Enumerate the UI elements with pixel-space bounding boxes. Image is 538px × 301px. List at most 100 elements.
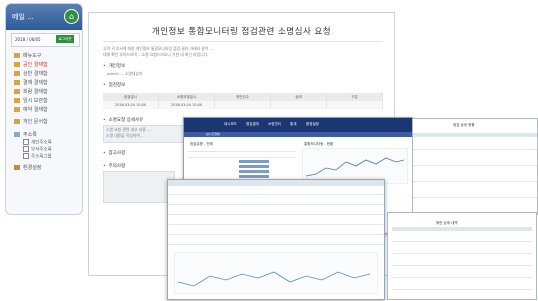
divider xyxy=(168,244,384,245)
divider xyxy=(413,149,537,150)
sidebar-subitem-2[interactable]: 주소록그룹 xyxy=(23,153,52,160)
nav-item[interactable]: 소명관리 xyxy=(268,122,281,127)
tab-active[interactable]: 실시간현황 xyxy=(206,132,220,136)
table-header-cell: 위반건수 xyxy=(215,93,271,101)
table-header xyxy=(413,133,537,137)
folder-icon xyxy=(14,98,20,103)
section-heading: 주의사항 xyxy=(103,163,126,169)
logout-button[interactable]: 로그아웃 xyxy=(56,35,74,43)
divider xyxy=(168,224,384,225)
home-icon[interactable]: ⌂ xyxy=(64,9,79,24)
section-heading: 참고사항 xyxy=(103,150,126,156)
sidebar-item-label: 개인 문서함 xyxy=(23,119,48,125)
panel-title: 통합모니터링 - 현황 xyxy=(304,142,334,146)
divider xyxy=(168,194,384,195)
divider xyxy=(392,253,532,254)
bar xyxy=(239,170,269,173)
sidebar-item-label: 메뉴도구 xyxy=(23,53,42,59)
nav-item[interactable]: 대시보드 xyxy=(224,122,237,127)
nav-item[interactable]: 통계 xyxy=(290,122,296,127)
folder-icon xyxy=(14,119,20,124)
section-heading: 점검정보 xyxy=(103,82,126,88)
sidebar-folder-label: 주소록 xyxy=(23,132,37,138)
sidebar-subitem-label: 부서주소록 xyxy=(31,147,52,153)
table-header xyxy=(392,227,532,231)
tree-node-icon xyxy=(23,153,29,159)
table-cell xyxy=(215,101,271,109)
folder-icon xyxy=(14,53,20,58)
address-book-icon xyxy=(14,132,20,137)
section-text: admin ... 소명대상자 xyxy=(107,71,143,76)
result-screenshot xyxy=(167,179,385,300)
folder-icon xyxy=(14,62,20,67)
divider xyxy=(413,197,537,198)
sidebar: 메일 ... ⌂ 2018 / 06/05 로그아웃 메뉴도구 공인 결재함 상… xyxy=(5,3,83,215)
sidebar-settings-label: 환경설정 xyxy=(23,165,42,171)
table-header xyxy=(168,180,384,186)
sidebar-item-3[interactable]: 결재 결재함 xyxy=(14,79,48,86)
list-label: 점검유형 - 전체 xyxy=(190,142,213,146)
sidebar-item-label: 예약 결재함 xyxy=(23,107,48,113)
folder-icon xyxy=(14,89,20,94)
sidebar-item-label: 임시 보관함 xyxy=(23,98,48,104)
sidebar-title: 메일 ... xyxy=(12,13,34,21)
table-header: 점검일시 소명요청일시 위반건수 상태 구분 xyxy=(103,93,383,101)
sidebar-item-label: 공인 결재함 xyxy=(23,62,48,68)
sidebar-item-6[interactable]: 예약 결재함 xyxy=(14,106,48,113)
divider xyxy=(392,241,532,242)
sidebar-item-7[interactable]: 개인 문서함 xyxy=(14,118,48,125)
folder-icon xyxy=(14,107,20,112)
table-header-cell: 소명요청일시 xyxy=(159,93,215,101)
violation-screenshot: 위반 상세 내역 xyxy=(387,212,537,300)
sidebar-subitem-0[interactable]: 개인주소록 xyxy=(23,139,52,146)
table-cell: 2016.03.04 10:00 xyxy=(103,101,159,109)
table-cell xyxy=(327,101,383,109)
sidebar-item-0[interactable]: 메뉴도구 xyxy=(14,52,41,59)
divider xyxy=(188,157,296,158)
bar xyxy=(239,175,269,178)
divider xyxy=(413,181,537,182)
divider xyxy=(168,234,384,235)
sidebar-subitem-1[interactable]: 부서주소록 xyxy=(23,146,52,153)
folder-icon xyxy=(14,80,20,85)
sidebar-item-1[interactable]: 공인 결재함 xyxy=(14,61,48,68)
detail-line: 소명 내용을 작성하여 ... xyxy=(106,133,145,138)
folder-icon xyxy=(14,71,20,76)
sidebar-subitem-label: 주소록그룹 xyxy=(31,154,52,160)
sidebar-item-5[interactable]: 임시 보관함 xyxy=(14,97,48,104)
nav-item[interactable]: 점검결과 xyxy=(246,122,259,127)
divider xyxy=(188,151,296,152)
sidebar-item-2[interactable]: 상반 결재함 xyxy=(14,70,48,77)
tree-node-icon xyxy=(23,146,29,152)
table-cell xyxy=(271,101,327,109)
sidebar-folder[interactable]: 주소록 xyxy=(14,131,37,138)
tree-node-icon xyxy=(23,139,29,145)
divider xyxy=(168,204,384,205)
panel-title: 위반 상세 내역 xyxy=(436,221,458,225)
table-header-cell: 상태 xyxy=(271,93,327,101)
panel-title: 점검 상세 현황 xyxy=(453,123,475,127)
usage-chart xyxy=(174,252,378,294)
sidebar-item-4[interactable]: 회람 결재함 xyxy=(14,88,48,95)
divider xyxy=(392,265,532,266)
section-heading: 소명요청 상세사유 xyxy=(103,117,144,123)
sidebar-subitem-label: 개인주소록 xyxy=(31,140,52,146)
nav-item[interactable]: 환경설정 xyxy=(306,122,319,127)
inspection-table: 점검일시 소명요청일시 위반건수 상태 구분 2016.03.04 10:00 … xyxy=(103,93,383,109)
sidebar-item-label: 상반 결재함 xyxy=(23,71,48,77)
settings-icon xyxy=(14,165,20,170)
divider xyxy=(103,41,383,42)
notice-box xyxy=(103,171,175,203)
table-row: 2016.03.04 10:00 2016.03.04 10:00 xyxy=(103,101,383,109)
section-heading: 개인정보 xyxy=(103,63,126,69)
top-nav xyxy=(184,118,412,132)
intro-line: 대해 확인 부탁드리며 ...소명 요청드리오니 기한 내 회신 바랍니다. xyxy=(103,52,209,57)
detail-screenshot: 점검 상세 현황 xyxy=(412,118,538,215)
divider xyxy=(392,277,532,278)
table-header-cell: 점검일시 xyxy=(103,93,159,101)
sidebar-item-label: 회람 결재함 xyxy=(23,89,48,95)
bar xyxy=(239,165,269,168)
divider xyxy=(168,214,384,215)
divider xyxy=(413,165,537,166)
sidebar-settings[interactable]: 환경설정 xyxy=(14,164,41,171)
